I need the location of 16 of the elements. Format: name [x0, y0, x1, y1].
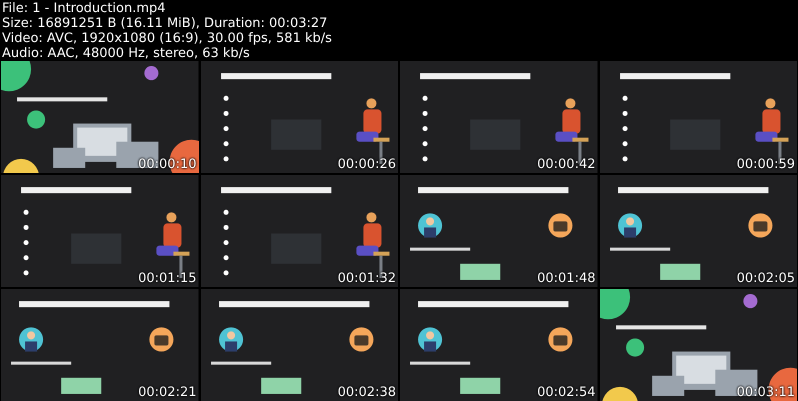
timestamp: 00:01:15	[138, 271, 196, 286]
file-info-line: File: 1 - Introduction.mp4	[2, 1, 167, 16]
timestamp: 00:02:05	[736, 271, 795, 286]
timestamp: 00:02:38	[338, 385, 396, 400]
timestamp: 00:00:10	[138, 157, 196, 172]
file-info-line: Audio: AAC, 48000 Hz, stereo, 63 kb/s	[2, 46, 251, 61]
timestamp: 00:03:11	[736, 385, 795, 400]
timestamp: 00:00:42	[537, 157, 596, 172]
timestamp: 00:01:48	[537, 271, 596, 286]
timestamp: 00:00:59	[736, 157, 795, 172]
timestamp: 00:02:21	[138, 385, 196, 400]
timestamp: 00:02:54	[537, 385, 596, 400]
file-info-line: Size: 16891251 B (16.11 MiB), Duration: 00:03:27	[2, 16, 328, 31]
timestamp: 00:01:32	[338, 271, 396, 286]
timestamp: 00:00:26	[338, 157, 396, 172]
file-info-line: Video: AVC, 1920x1080 (16:9), 30.00 fps, 581 kb/s	[2, 31, 333, 46]
